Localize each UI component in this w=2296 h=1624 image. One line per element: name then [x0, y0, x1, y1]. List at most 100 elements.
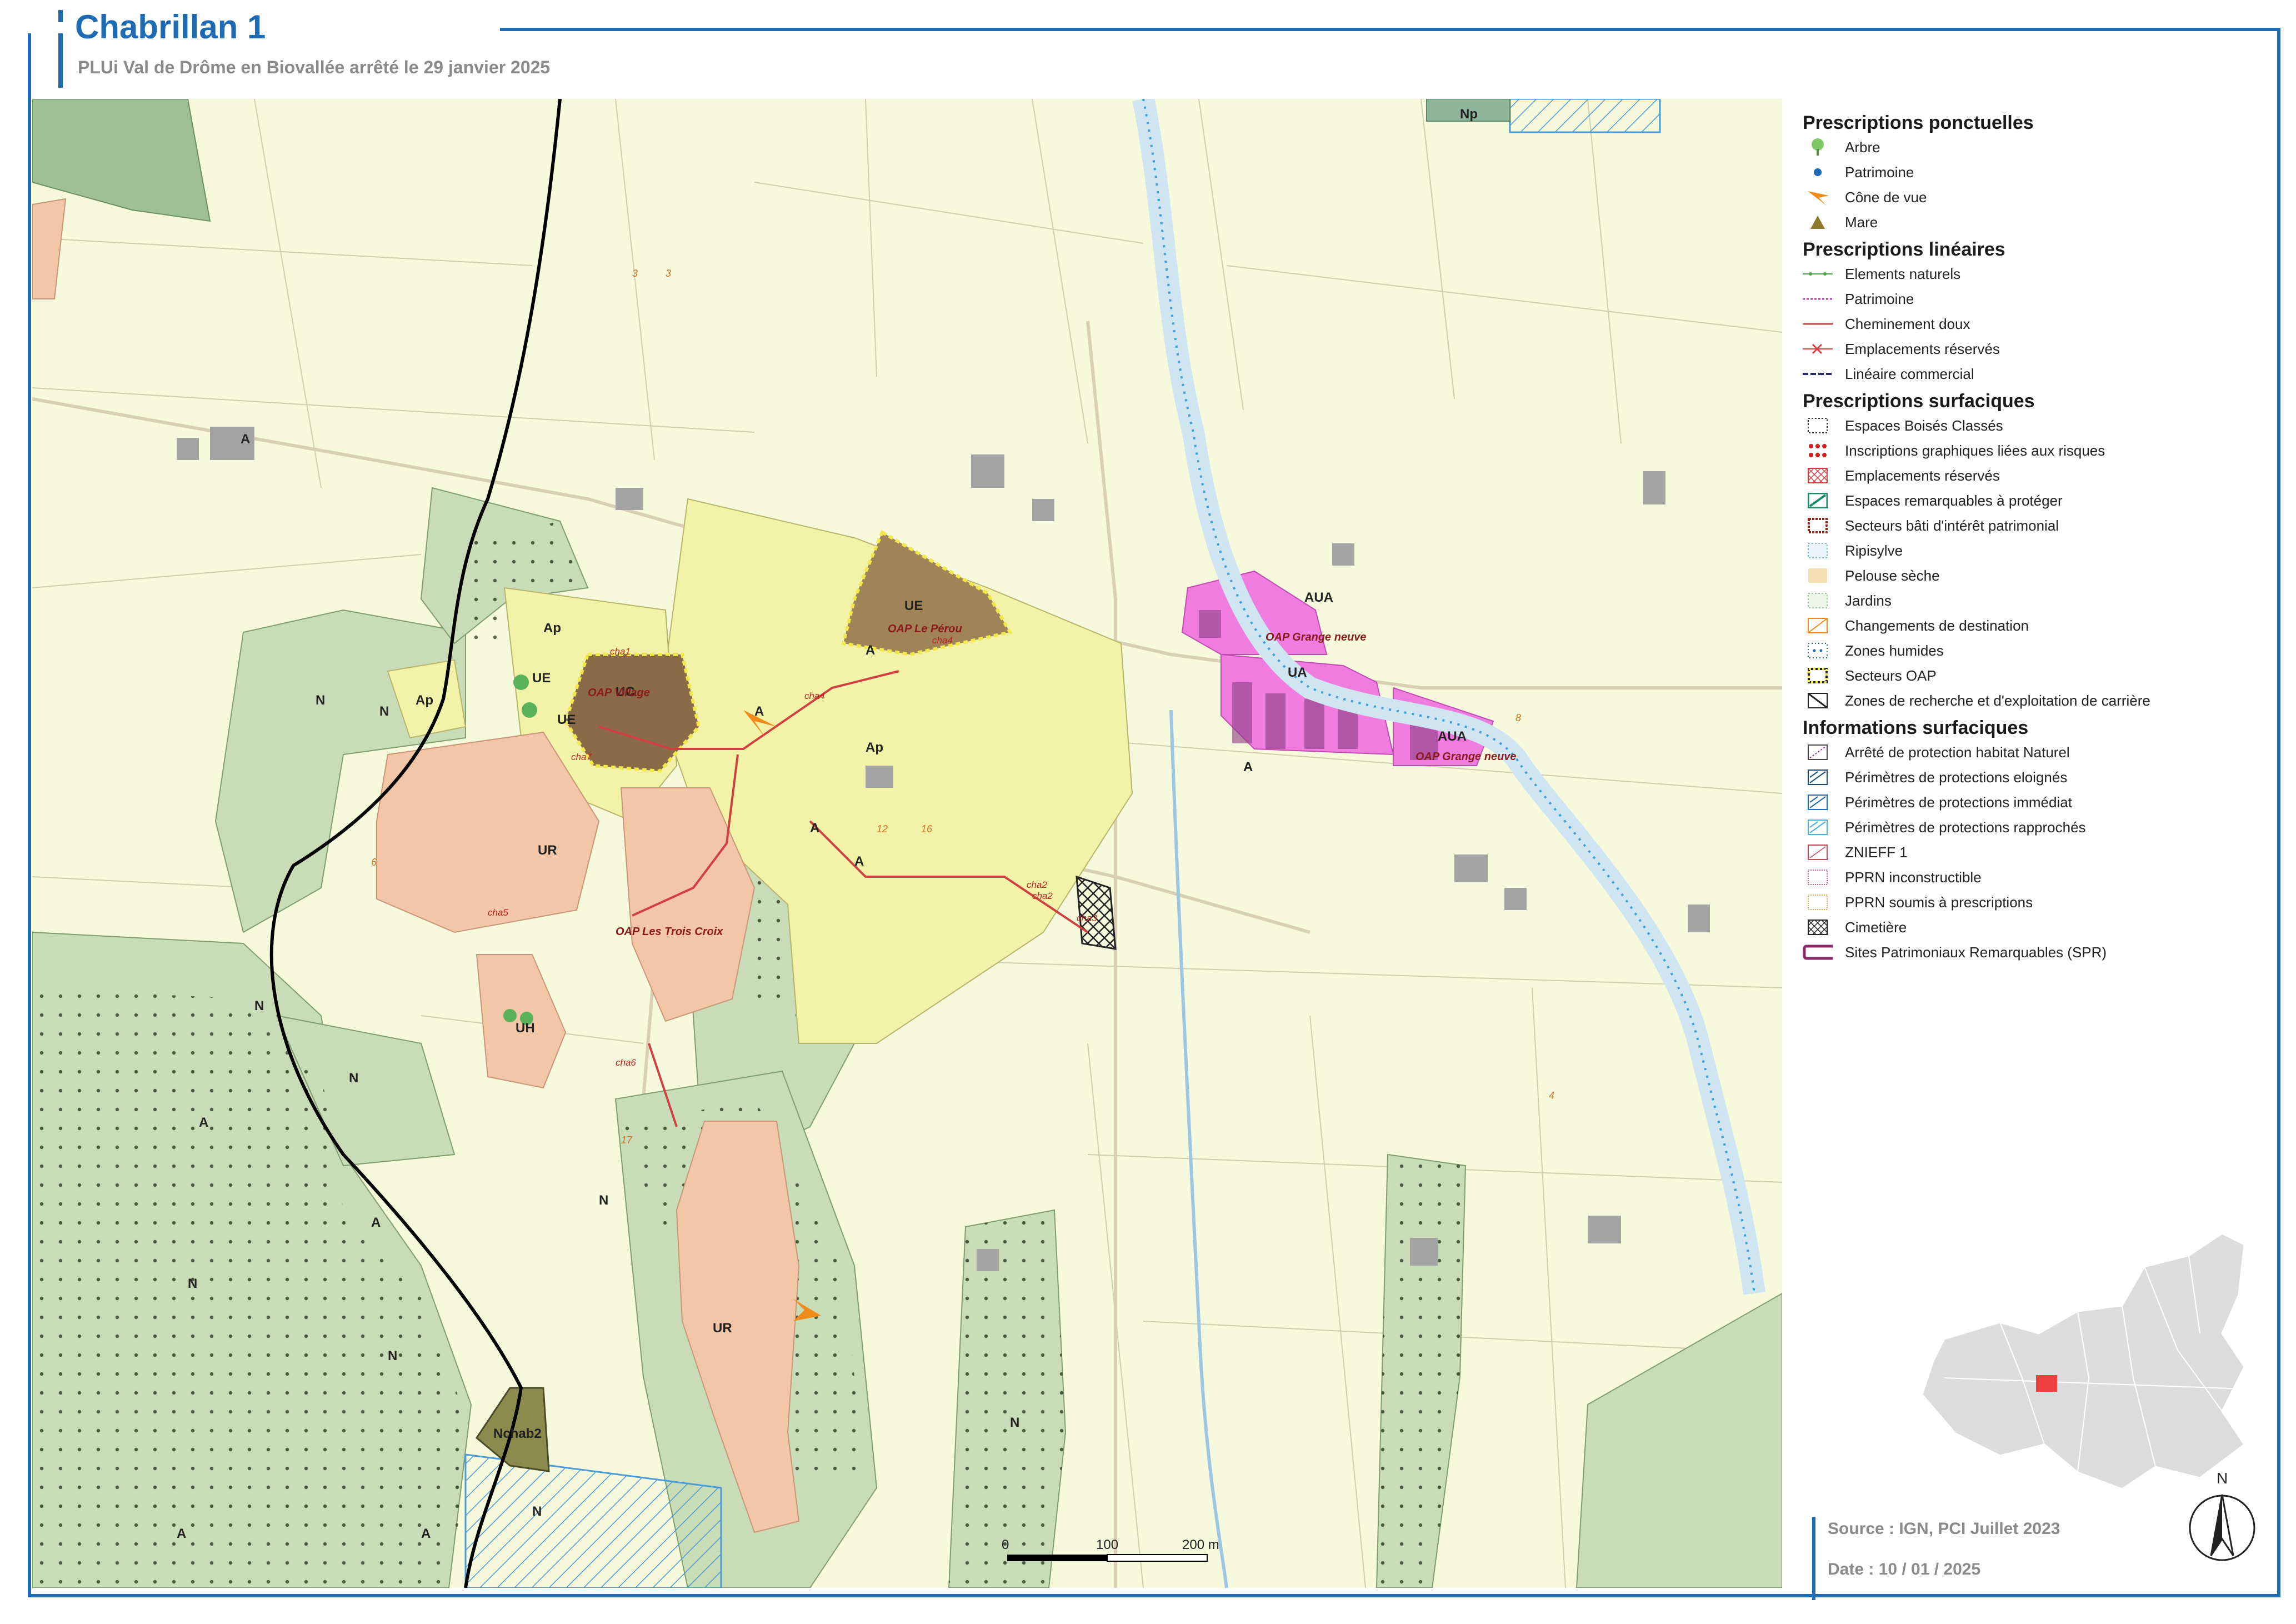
legend-heading-ponctuelles: Prescriptions ponctuelles [1803, 112, 2034, 133]
pprn-red-swatch-icon [1803, 868, 1833, 886]
svg-text:A: A [754, 704, 764, 719]
svg-text:3: 3 [632, 268, 638, 279]
svg-text:Ap: Ap [543, 621, 561, 636]
znieff-swatch-icon [1803, 843, 1833, 861]
quarry-swatch-icon [1803, 692, 1833, 709]
legend-item-pprn-prescriptions: PPRN soumis à prescriptions [1803, 892, 2269, 912]
svg-text:16: 16 [921, 823, 933, 835]
svg-text:cha6: cha6 [616, 1057, 636, 1068]
map-subtitle: PLUi Val de Drôme en Biovallée arrêté le… [78, 57, 551, 77]
svg-text:N: N [254, 998, 264, 1013]
legend-item-risques: Inscriptions graphiques liées aux risque… [1803, 441, 2269, 461]
svg-text:OAP Village: OAP Village [588, 687, 650, 699]
svg-text:0: 0 [1002, 1537, 1009, 1552]
svg-text:A: A [199, 1115, 208, 1130]
legend-item-elements-naturels: Elements naturels [1803, 264, 2269, 284]
svg-text:UR: UR [713, 1321, 732, 1336]
legend-item-patrimoine-line: Patrimoine [1803, 289, 2269, 309]
svg-text:8: 8 [1515, 712, 1521, 723]
legend-item-ebc: Espaces Boisés Classés [1803, 416, 2269, 436]
tree-icon [1803, 138, 1833, 156]
red-cross-line-icon [1803, 340, 1833, 358]
svg-text:Ap: Ap [866, 740, 883, 755]
legend-item-znieff: ZNIEFF 1 [1803, 842, 2269, 862]
svg-text:4: 4 [1549, 1090, 1554, 1101]
legend-item-lineaire-commercial: Linéaire commercial [1803, 364, 2269, 384]
svg-text:OAP Grange neuve: OAP Grange neuve [1265, 631, 1367, 643]
legend-item-emplacements-reserves: Emplacements réservés [1803, 466, 2269, 486]
remarkable-swatch-icon [1803, 492, 1833, 509]
svg-text:cha1: cha1 [610, 646, 631, 657]
svg-text:3: 3 [666, 268, 671, 279]
legend-item-cheminement-doux: Cheminement doux [1803, 314, 2269, 334]
perimetre-protection-np [1509, 99, 1661, 133]
svg-text:cha5: cha5 [488, 907, 508, 918]
legend-item-zones-humides: Zones humides [1803, 641, 2269, 661]
legend-item-emplacements-reserves-line: Emplacements réservés [1803, 339, 2269, 359]
dotted-green-line-icon [1803, 265, 1833, 283]
svg-text:UR: UR [538, 843, 557, 858]
svg-text:N: N [1010, 1415, 1019, 1430]
svg-text:A: A [241, 432, 250, 447]
legend-item-arbre: Arbre [1803, 137, 2269, 157]
red-line-icon [1803, 315, 1833, 333]
cemetery-swatch-icon [1803, 918, 1833, 936]
svg-text:A: A [810, 821, 819, 836]
triangle-icon [1803, 213, 1833, 231]
change-swatch-icon [1803, 617, 1833, 634]
legend-item-ripisylve: Ripisylve [1803, 541, 2269, 561]
spr-swatch-icon [1803, 943, 1833, 961]
svg-text:200 m: 200 m [1182, 1537, 1219, 1552]
legend-item-changements-destination: Changements de destination [1803, 616, 2269, 636]
legend-item-perimetre-immediat: Périmètres de protections immédiat [1803, 792, 2269, 812]
svg-text:A: A [177, 1526, 186, 1541]
svg-text:N: N [316, 693, 325, 708]
svg-text:OAP Les Trois Croix: OAP Les Trois Croix [616, 926, 723, 938]
svg-text:cha3: cha3 [1077, 913, 1097, 923]
legend-item-cimetiere: Cimetière [1803, 917, 2269, 937]
svg-text:cha2: cha2 [1032, 891, 1053, 901]
svg-text:100: 100 [1096, 1537, 1118, 1552]
svg-text:6: 6 [371, 857, 377, 868]
far-perimeter-swatch-icon [1803, 768, 1833, 786]
svg-text:Nchab2: Nchab2 [493, 1426, 542, 1441]
inset-locator-map [1911, 1211, 2255, 1500]
svg-text:UE: UE [532, 671, 551, 686]
dark-dashed-line-icon [1803, 365, 1833, 383]
legend-item-espaces-remarquables: Espaces remarquables à protéger [1803, 491, 2269, 511]
svg-text:AUA: AUA [1438, 729, 1467, 744]
immediate-perimeter-swatch-icon [1803, 793, 1833, 811]
legend-heading-lineaires: Prescriptions linéaires [1803, 239, 2005, 260]
svg-text:Ap: Ap [416, 693, 433, 708]
svg-text:cha2: cha2 [1027, 880, 1047, 890]
oap-swatch-icon [1803, 667, 1833, 684]
svg-text:Np: Np [1460, 107, 1478, 122]
date-text: Date : 10 / 01 / 2025 [1828, 1560, 1981, 1578]
svg-text:N: N [379, 704, 389, 719]
svg-text:N: N [2217, 1470, 2228, 1487]
reserved-swatch-icon [1803, 467, 1833, 484]
legend-item-pelouse-seche: Pelouse sèche [1803, 566, 2269, 586]
pprn-orange-swatch-icon [1803, 893, 1833, 911]
svg-text:N: N [188, 1276, 197, 1291]
svg-text:OAP Le Pérou: OAP Le Pérou [888, 623, 962, 635]
legend-item-carriere: Zones de recherche et d'exploitation de … [1803, 691, 2269, 711]
legend-item-cone-de-vue: Cône de vue [1803, 187, 2269, 207]
view-cone-icon [1803, 188, 1833, 206]
legend-heading-surfaciques: Prescriptions surfaciques [1803, 391, 2035, 412]
legend-item-bati-patrimonial: Secteurs bâti d'intérêt patrimonial [1803, 516, 2269, 536]
legend-item-perimetre-rapproche: Périmètres de protections rapprochés [1803, 817, 2269, 837]
ebc-swatch-icon [1803, 417, 1833, 434]
svg-text:A: A [854, 854, 864, 869]
legend-item-jardins: Jardins [1803, 591, 2269, 611]
legend-item-mare: Mare [1803, 212, 2269, 232]
svg-text:17: 17 [621, 1135, 633, 1146]
svg-text:A: A [866, 643, 875, 658]
legend-item-secteurs-oap: Secteurs OAP [1803, 666, 2269, 686]
north-arrow: N [2183, 1467, 2261, 1567]
svg-text:OAP Grange neuve: OAP Grange neuve [1415, 751, 1517, 763]
svg-text:A: A [371, 1215, 381, 1230]
garden-swatch-icon [1803, 592, 1833, 609]
zoning-map[interactable]: A A A A A A A A A A Ap Ap Ap N N N N N N… [32, 99, 1782, 1588]
commune-location-marker [2036, 1375, 2057, 1392]
